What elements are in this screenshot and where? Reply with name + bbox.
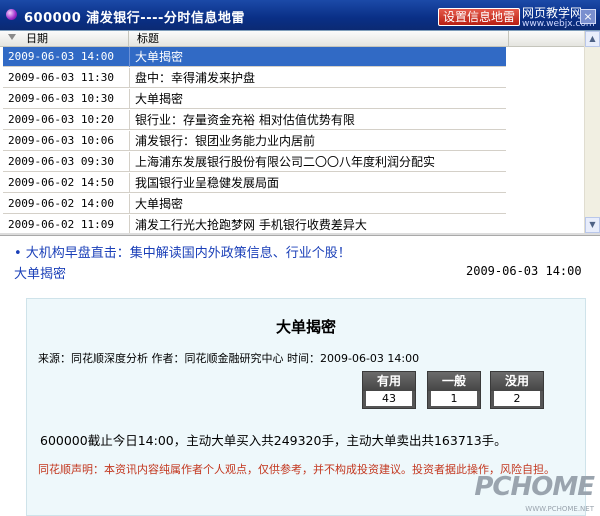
- row-date: 2009-06-02 14:00: [8, 197, 114, 210]
- news-row[interactable]: 2009-06-03 14:00 大单揭密: [3, 47, 506, 67]
- row-date: 2009-06-02 11:09: [8, 218, 114, 231]
- column-header-title[interactable]: 标题: [129, 31, 509, 46]
- row-date: 2009-06-03 10:30: [8, 92, 114, 105]
- row-date: 2009-06-02 14:50: [8, 176, 114, 189]
- logo-sub: WWW.PCHOME.NET: [525, 505, 594, 513]
- news-row[interactable]: 2009-06-02 11:09 浦发工行光大抢跑梦网 手机银行收费差异大: [3, 215, 506, 233]
- row-title: 浦发工行光大抢跑梦网 手机银行收费差异大: [135, 218, 367, 232]
- pchome-logo: PCHOME WWW.PCHOME.NET: [474, 472, 600, 516]
- row-date: 2009-06-03 09:30: [8, 155, 114, 168]
- row-title: 大单揭密: [135, 50, 184, 64]
- vote-label: 一般: [428, 372, 480, 391]
- vote-count: 1: [431, 391, 477, 406]
- settings-info-mine-button[interactable]: 设置信息地雷: [438, 8, 520, 26]
- news-row[interactable]: 2009-06-03 11:30 盘中：幸得浦发来护盘: [3, 68, 506, 88]
- row-title: 浦发银行：银团业务能力业内居前: [135, 134, 316, 148]
- news-row[interactable]: 2009-06-03 10:30 大单揭密: [3, 89, 506, 109]
- vote-useful-button[interactable]: 有用 43: [362, 371, 416, 409]
- window-title: 600000 浦发银行----分时信息地雷: [24, 11, 245, 26]
- detail-news-title: 大单揭密: [14, 267, 67, 282]
- news-row[interactable]: 2009-06-02 14:00 大单揭密: [3, 194, 506, 214]
- news-list: 日期 标题 2009-06-03 14:00 大单揭密 2009-06-03 1…: [0, 30, 600, 233]
- news-row[interactable]: 2009-06-03 10:06 浦发银行：银团业务能力业内居前: [3, 131, 506, 151]
- news-row[interactable]: 2009-06-02 14:50 我国银行业呈稳健发展局面: [3, 173, 506, 193]
- pane-splitter[interactable]: [0, 233, 600, 236]
- vote-useless-button[interactable]: 没用 2: [490, 371, 544, 409]
- vertical-scrollbar[interactable]: ▲ ▼: [584, 31, 600, 233]
- detail-news-time: 2009-06-03 14:00: [466, 264, 582, 278]
- vote-count: 2: [494, 391, 540, 406]
- column-header-date[interactable]: 日期: [0, 31, 129, 46]
- article-meta: 来源：同花顺深度分析 作者：同花顺金融研究中心 时间：2009-06-03 14…: [38, 352, 420, 365]
- row-date: 2009-06-03 11:30: [8, 71, 114, 84]
- vote-label: 没用: [491, 372, 543, 391]
- promo-link[interactable]: • 大机构早盘直击：集中解读国内外政策信息、行业个股！: [14, 242, 351, 261]
- sort-down-icon: [8, 34, 16, 40]
- title-bar: 600000 浦发银行----分时信息地雷 设置信息地雷 网页教学网 www.w…: [0, 0, 600, 30]
- row-title: 大单揭密: [135, 197, 184, 211]
- row-title: 银行业：存量资金充裕 相对估值优势有限: [135, 113, 355, 127]
- close-button[interactable]: ×: [580, 9, 596, 24]
- vote-count: 43: [366, 391, 412, 406]
- watermark-main: 网页教学网: [522, 6, 583, 20]
- list-header: 日期 标题: [0, 31, 584, 47]
- row-title: 我国银行业呈稳健发展局面: [135, 176, 280, 190]
- scroll-up-icon[interactable]: ▲: [585, 31, 600, 47]
- row-date: 2009-06-03 14:00: [8, 50, 114, 63]
- logo-main: PCHOME: [474, 472, 595, 502]
- news-row[interactable]: 2009-06-03 10:20 银行业：存量资金充裕 相对估值优势有限: [3, 110, 506, 130]
- row-date: 2009-06-03 10:06: [8, 134, 114, 147]
- article-body: 600000截止今日14:00，主动大单买入共249320手，主动大单卖出共16…: [40, 433, 507, 448]
- row-title: 上海浦东发展银行股份有限公司二〇〇八年度利润分配实: [135, 155, 436, 169]
- news-row[interactable]: 2009-06-03 09:30 上海浦东发展银行股份有限公司二〇〇八年度利润分…: [3, 152, 506, 172]
- app-icon: [6, 9, 17, 20]
- row-title: 大单揭密: [135, 92, 184, 106]
- scroll-down-icon[interactable]: ▼: [585, 217, 600, 233]
- vote-neutral-button[interactable]: 一般 1: [427, 371, 481, 409]
- row-title: 盘中：幸得浦发来护盘: [135, 71, 256, 85]
- vote-label: 有用: [363, 372, 415, 391]
- article-title: 大单揭密: [275, 318, 336, 336]
- row-date: 2009-06-03 10:20: [8, 113, 114, 126]
